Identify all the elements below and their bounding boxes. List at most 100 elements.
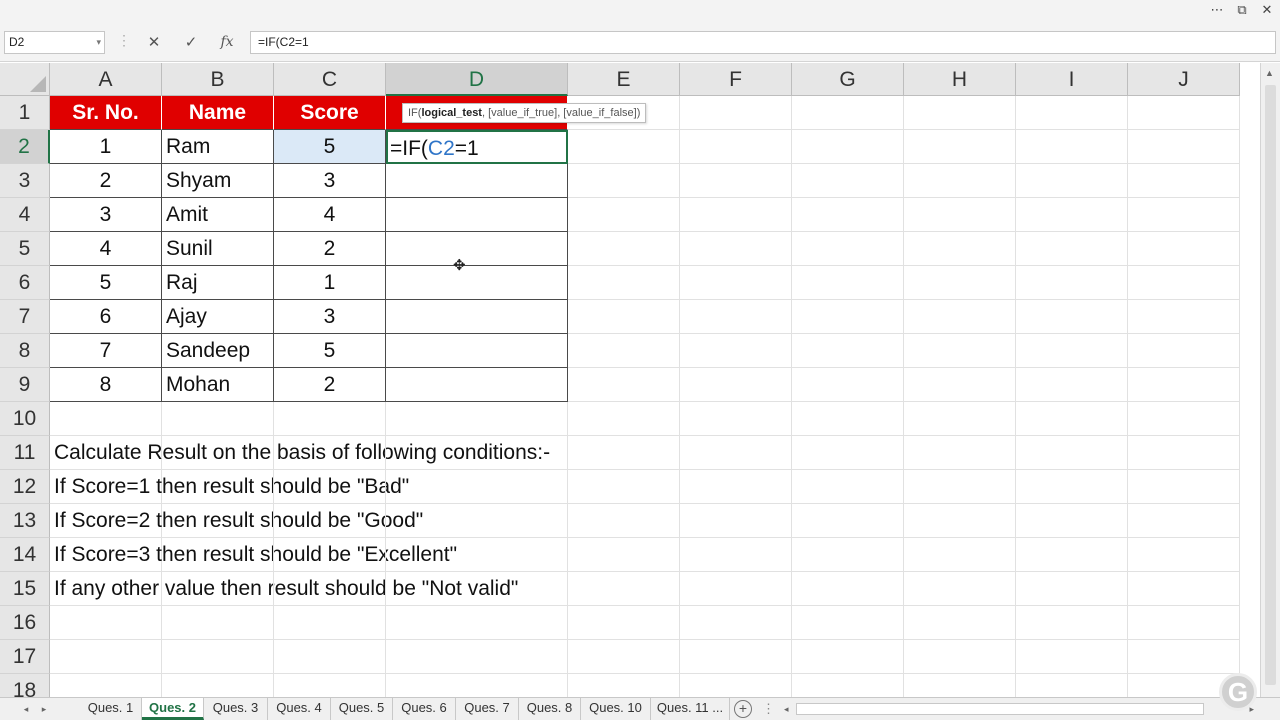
- row-header-3[interactable]: 3: [0, 164, 50, 198]
- cell-j6[interactable]: [1128, 266, 1240, 300]
- cell-f7[interactable]: [680, 300, 792, 334]
- row-header-17[interactable]: 17: [0, 640, 50, 674]
- cell-j12[interactable]: [1128, 470, 1240, 504]
- vertical-scrollbar[interactable]: ▲: [1260, 63, 1280, 697]
- cell-e14[interactable]: [568, 538, 680, 572]
- cell-f8[interactable]: [680, 334, 792, 368]
- cell-f3[interactable]: [680, 164, 792, 198]
- cell-d18[interactable]: [386, 674, 568, 697]
- active-cell-d2[interactable]: =IF(C2=1: [386, 130, 568, 164]
- table-cell-result[interactable]: [386, 198, 568, 232]
- cell-f15[interactable]: [680, 572, 792, 606]
- cell-j13[interactable]: [1128, 504, 1240, 538]
- spreadsheet-grid[interactable]: ABCDEFGHIJ1Sr. No.NameScoreResult21Ram5=…: [0, 63, 1260, 697]
- cell-i2[interactable]: [1016, 130, 1128, 164]
- cell-g7[interactable]: [792, 300, 904, 334]
- vertical-scroll-thumb[interactable]: [1265, 85, 1276, 685]
- row-header-10[interactable]: 10: [0, 402, 50, 436]
- cell-g10[interactable]: [792, 402, 904, 436]
- sheet-tab-ques-4[interactable]: Ques. 4: [268, 698, 331, 720]
- cell-b18[interactable]: [162, 674, 274, 697]
- cell-e12[interactable]: [568, 470, 680, 504]
- cell-f12[interactable]: [680, 470, 792, 504]
- cell-g2[interactable]: [792, 130, 904, 164]
- cell-i17[interactable]: [1016, 640, 1128, 674]
- cell-j11[interactable]: [1128, 436, 1240, 470]
- cell-d10[interactable]: [386, 402, 568, 436]
- cell-b16[interactable]: [162, 606, 274, 640]
- cell-a17[interactable]: [50, 640, 162, 674]
- table-cell-sr-no[interactable]: 5: [50, 266, 162, 300]
- sheet-tab-ques-7[interactable]: Ques. 7: [456, 698, 519, 720]
- horizontal-scroll-thumb[interactable]: [796, 703, 1204, 715]
- cell-f13[interactable]: [680, 504, 792, 538]
- table-cell-name[interactable]: Ajay: [162, 300, 274, 334]
- cell-i3[interactable]: [1016, 164, 1128, 198]
- cell-i9[interactable]: [1016, 368, 1128, 402]
- cell-j2[interactable]: [1128, 130, 1240, 164]
- cell-c11[interactable]: [274, 436, 386, 470]
- cell-c16[interactable]: [274, 606, 386, 640]
- row-header-4[interactable]: 4: [0, 198, 50, 232]
- table-cell-name[interactable]: Amit: [162, 198, 274, 232]
- row-header-9[interactable]: 9: [0, 368, 50, 402]
- cell-b11[interactable]: [162, 436, 274, 470]
- cell-c12[interactable]: [274, 470, 386, 504]
- row-header-14[interactable]: 14: [0, 538, 50, 572]
- scroll-up-icon[interactable]: ▲: [1265, 68, 1274, 78]
- cell-i13[interactable]: [1016, 504, 1128, 538]
- cell-g11[interactable]: [792, 436, 904, 470]
- row-header-6[interactable]: 6: [0, 266, 50, 300]
- cell-j14[interactable]: [1128, 538, 1240, 572]
- cell-f17[interactable]: [680, 640, 792, 674]
- cell-h12[interactable]: [904, 470, 1016, 504]
- cell-g6[interactable]: [792, 266, 904, 300]
- cell-i10[interactable]: [1016, 402, 1128, 436]
- cell-h5[interactable]: [904, 232, 1016, 266]
- cell-j8[interactable]: [1128, 334, 1240, 368]
- sheet-tab-ques-11[interactable]: Ques. 11 ...: [651, 698, 730, 720]
- table-cell-score[interactable]: 4: [274, 198, 386, 232]
- cell-e18[interactable]: [568, 674, 680, 697]
- sheet-tab-ques-10[interactable]: Ques. 10: [581, 698, 651, 720]
- cell-f16[interactable]: [680, 606, 792, 640]
- cell-g5[interactable]: [792, 232, 904, 266]
- add-sheet-button[interactable]: +: [734, 700, 752, 718]
- cell-j9[interactable]: [1128, 368, 1240, 402]
- table-cell-sr-no[interactable]: 1: [50, 130, 162, 164]
- table-cell-result[interactable]: [386, 368, 568, 402]
- table-cell-score[interactable]: 2: [274, 368, 386, 402]
- name-box-dropdown-icon[interactable]: ▾: [96, 32, 101, 53]
- table-cell-name[interactable]: Mohan: [162, 368, 274, 402]
- table-cell-name[interactable]: Sandeep: [162, 334, 274, 368]
- restore-window-icon[interactable]: ⧉: [1231, 1, 1253, 21]
- cell-h13[interactable]: [904, 504, 1016, 538]
- cell-e17[interactable]: [568, 640, 680, 674]
- table-cell-result[interactable]: [386, 232, 568, 266]
- cell-d17[interactable]: [386, 640, 568, 674]
- cell-i6[interactable]: [1016, 266, 1128, 300]
- cell-h14[interactable]: [904, 538, 1016, 572]
- prev-sheet-icon[interactable]: ◂: [18, 698, 34, 720]
- table-cell-score[interactable]: 5: [274, 130, 386, 164]
- cell-a18[interactable]: [50, 674, 162, 697]
- table-cell-result[interactable]: [386, 164, 568, 198]
- cell-b10[interactable]: [162, 402, 274, 436]
- row-header-16[interactable]: 16: [0, 606, 50, 640]
- cell-e9[interactable]: [568, 368, 680, 402]
- table-cell-sr-no[interactable]: 8: [50, 368, 162, 402]
- table-cell-result[interactable]: [386, 334, 568, 368]
- cell-d13[interactable]: [386, 504, 568, 538]
- row-header-15[interactable]: 15: [0, 572, 50, 606]
- scroll-left-icon[interactable]: ◂: [784, 701, 789, 717]
- column-header-c[interactable]: C: [274, 63, 386, 96]
- cell-e5[interactable]: [568, 232, 680, 266]
- table-cell-name[interactable]: Shyam: [162, 164, 274, 198]
- row-header-12[interactable]: 12: [0, 470, 50, 504]
- table-cell-score[interactable]: 5: [274, 334, 386, 368]
- table-cell-sr-no[interactable]: 4: [50, 232, 162, 266]
- cell-h17[interactable]: [904, 640, 1016, 674]
- cell-i15[interactable]: [1016, 572, 1128, 606]
- row-header-1[interactable]: 1: [0, 96, 50, 130]
- cell-i18[interactable]: [1016, 674, 1128, 697]
